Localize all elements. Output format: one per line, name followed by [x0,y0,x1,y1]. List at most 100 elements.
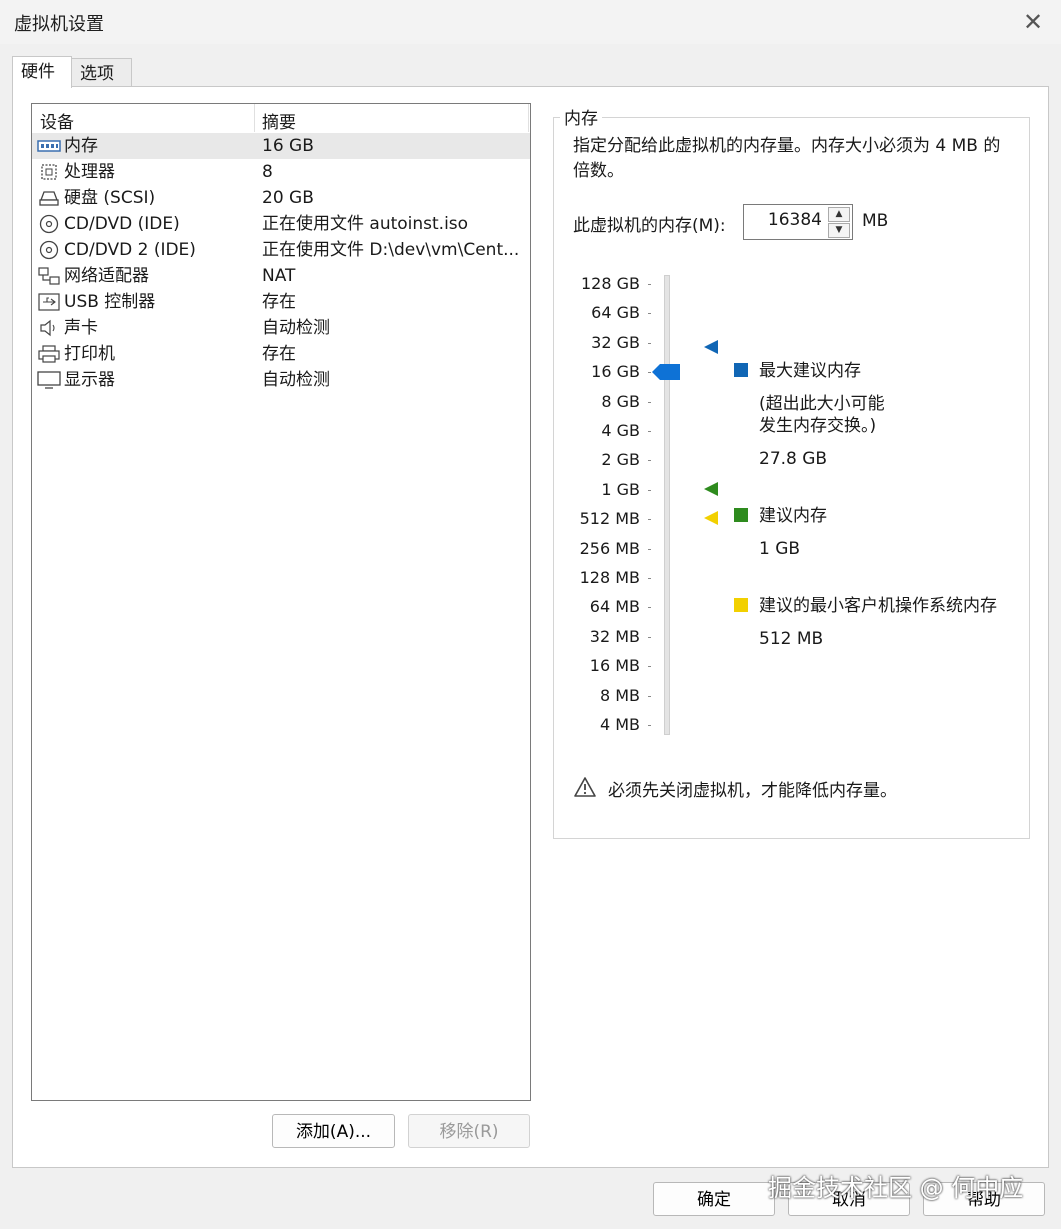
device-name: 声卡 [64,318,98,338]
scale-tick [648,725,651,726]
hard-disk-icon [39,191,59,206]
min-recommended-legend-swatch [734,598,748,612]
memory-icon [37,140,61,152]
column-divider [528,104,529,132]
recommended-value: 1 GB [759,539,801,559]
scale-label: 256 MB [579,538,640,558]
scale-label: 16 MB [589,656,640,676]
device-summary: 正在使用文件 autoinst.iso [262,214,469,234]
device-row-display[interactable]: 显示器 自动检测 [32,367,530,393]
device-name: CD/DVD (IDE) [64,214,180,234]
scale-tick [648,401,651,403]
device-row-network-adapter[interactable]: 网络适配器 NAT [32,263,530,289]
tab-hardware[interactable]: 硬件 [12,56,72,88]
recommended-marker-icon [704,482,718,496]
scale-tick [648,548,651,550]
memory-group-title: 内存 [560,104,602,129]
scale-label: 4 GB [601,421,640,440]
device-summary: 正在使用文件 D:\dev\vm\Cent... [262,240,520,260]
scale-tick [648,372,651,374]
scale-label: 128 GB [581,274,640,293]
device-name: 处理器 [64,162,115,182]
spinner-down-icon[interactable]: ▼ [828,223,850,238]
scale-label: 2 GB [601,450,640,470]
device-row-processor[interactable]: 处理器 8 [32,159,530,185]
device-name: 内存 [64,136,98,156]
device-summary: 自动检测 [262,370,330,390]
device-row-cd-dvd-2[interactable]: CD/DVD 2 (IDE) 正在使用文件 D:\dev\vm\Cent... [32,237,530,263]
device-summary: 存在 [262,292,296,312]
scale-tick [648,313,651,315]
scale-tick [648,342,651,344]
processor-icon [41,164,57,180]
max-recommended-note-2: 发生内存交换。) [759,416,877,436]
device-summary: 16 GB [262,136,314,156]
watermark: 掘金技术社区 @ 何中应 [768,1174,1024,1202]
scale-label: 8 MB [599,685,640,705]
device-summary: 自动检测 [262,318,330,338]
scale-tick [648,695,651,697]
vm-settings-window: 虚拟机设置 ✕ 硬件 选项 设备 摘要 内存 16 GB 处理器 8 硬盘 (S… [0,0,1061,1229]
device-row-hard-disk[interactable]: 硬盘 (SCSI) 20 GB [32,185,530,211]
device-row-cd-dvd[interactable]: CD/DVD (IDE) 正在使用文件 autoinst.iso [32,211,530,237]
add-device-button[interactable]: 添加(A)... [272,1114,395,1148]
scale-label: 512 MB [579,509,640,529]
scale-label: 64 MB [589,597,640,617]
scale-label: 32 MB [589,626,640,646]
network-adapter-icon [38,267,60,285]
scale-label: 16 GB [591,362,640,382]
recommended-legend-swatch [734,508,748,522]
title-bar: 虚拟机设置 ✕ [0,0,1061,44]
memory-input[interactable]: 16384 [768,210,822,230]
usb-icon [38,293,60,311]
column-header-summary[interactable]: 摘要 [262,108,296,133]
printer-icon [38,345,60,363]
memory-slider-track[interactable] [664,275,670,735]
cd-dvd-icon [39,240,59,260]
max-recommended-value: 27.8 GB [759,449,828,469]
window-title: 虚拟机设置 [14,14,104,35]
monitor-icon [37,371,61,389]
tab-hardware-label: 硬件 [21,62,55,82]
scale-tick [648,460,651,462]
recommended-label: 建议内存 [759,506,827,526]
ok-button[interactable]: 确定 [653,1182,775,1216]
scale-tick [648,519,651,521]
memory-unit: MB [862,211,889,231]
column-header-device[interactable]: 设备 [40,108,74,133]
scale-tick [648,607,651,609]
device-name: 网络适配器 [64,266,149,286]
device-summary: 8 [262,162,273,182]
device-name: USB 控制器 [64,292,156,312]
warning-text: 必须先关闭虚拟机，才能降低内存量。 [608,781,897,801]
remove-device-button[interactable]: 移除(R) [408,1114,530,1148]
spinner-up-icon[interactable]: ▲ [828,207,850,222]
scale-label: 128 MB [579,568,640,587]
device-row-memory[interactable]: 内存 16 GB [32,133,530,159]
list-header: 设备 摘要 [32,104,530,133]
min-recommended-marker-icon [704,511,718,525]
memory-description: 指定分配给此虚拟机的内存量。内存大小必须为 4 MB 的倍数。 [573,136,1001,181]
scale-tick [648,431,651,432]
device-row-printer[interactable]: 打印机 存在 [32,341,530,367]
device-name: 显示器 [64,370,115,390]
max-recommended-legend-swatch [734,363,748,377]
scale-tick [648,284,651,285]
device-row-usb-controller[interactable]: USB 控制器 存在 [32,289,530,315]
device-row-sound-card[interactable]: 声卡 自动检测 [32,315,530,341]
device-list[interactable]: 设备 摘要 内存 16 GB 处理器 8 硬盘 (SCSI) 20 GB CD/… [31,103,531,1101]
min-recommended-label: 建议的最小客户机操作系统内存 [759,596,997,616]
memory-spinner[interactable]: 16384 ▲ ▼ [743,204,853,240]
device-summary: 20 GB [262,188,314,208]
min-recommended-value: 512 MB [759,629,824,649]
device-name: 硬盘 (SCSI) [64,188,156,208]
tab-options[interactable]: 选项 [72,58,132,86]
scale-tick [648,489,651,491]
close-icon[interactable]: ✕ [1019,8,1047,36]
device-name: 打印机 [64,344,115,364]
memory-slider-thumb[interactable] [652,364,680,380]
scale-tick [648,666,651,668]
scale-label: 32 GB [591,332,640,352]
scale-label: 4 MB [599,715,640,734]
device-name: CD/DVD 2 (IDE) [64,240,196,260]
